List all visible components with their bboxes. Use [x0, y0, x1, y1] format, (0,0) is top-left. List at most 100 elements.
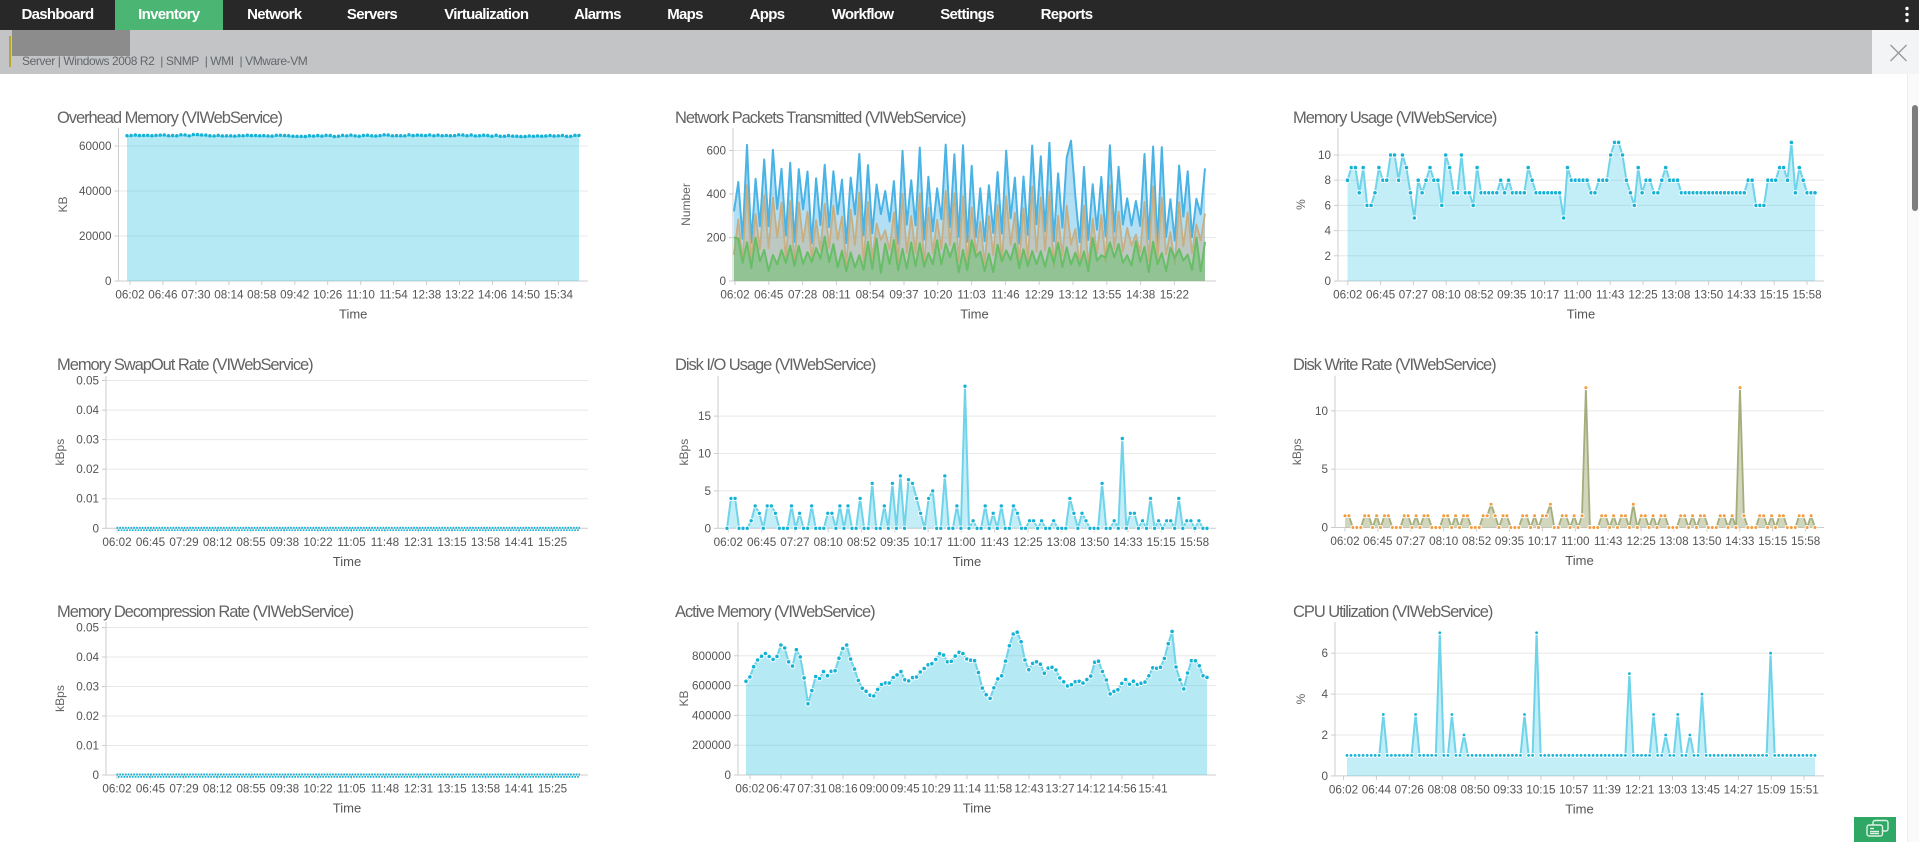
svg-text:%: % [1294, 199, 1308, 210]
svg-text:11:00: 11:00 [947, 536, 976, 549]
svg-text:KB: KB [677, 690, 691, 706]
svg-text:06:44: 06:44 [1362, 783, 1392, 796]
svg-text:06:46: 06:46 [148, 289, 177, 302]
svg-text:14:27: 14:27 [1724, 783, 1753, 796]
svg-text:08:10: 08:10 [1432, 289, 1462, 302]
svg-text:0: 0 [92, 769, 99, 782]
svg-text:11:48: 11:48 [371, 536, 399, 549]
svg-text:15:15: 15:15 [1760, 289, 1790, 302]
svg-text:11:05: 11:05 [337, 536, 366, 549]
svg-text:12:21: 12:21 [1625, 783, 1654, 796]
svg-text:6: 6 [1321, 647, 1328, 660]
svg-text:0: 0 [724, 769, 731, 782]
svg-text:13:55: 13:55 [1092, 289, 1122, 302]
svg-text:15:58: 15:58 [1180, 536, 1209, 549]
svg-text:13:15: 13:15 [437, 536, 467, 549]
svg-text:15: 15 [698, 410, 712, 423]
svg-text:13:45: 13:45 [1691, 783, 1721, 796]
svg-text:400: 400 [706, 188, 726, 201]
svg-text:600: 600 [706, 145, 726, 158]
svg-text:14:12: 14:12 [1076, 783, 1105, 796]
svg-text:11:00: 11:00 [1563, 289, 1592, 302]
svg-text:06:02: 06:02 [714, 536, 743, 549]
svg-text:5: 5 [1321, 463, 1328, 476]
svg-text:07:27: 07:27 [1396, 535, 1425, 548]
svg-text:08:52: 08:52 [1462, 535, 1491, 548]
svg-text:12:25: 12:25 [1013, 536, 1043, 549]
svg-text:09:33: 09:33 [1493, 783, 1522, 796]
svg-text:kBps: kBps [1290, 438, 1304, 465]
svg-text:13:12: 13:12 [1058, 289, 1087, 302]
svg-text:06:02: 06:02 [1329, 783, 1358, 796]
svg-text:06:45: 06:45 [747, 536, 777, 549]
svg-text:%: % [1294, 693, 1308, 704]
svg-text:200000: 200000 [692, 739, 732, 752]
svg-text:13:22: 13:22 [445, 289, 474, 302]
svg-text:10:15: 10:15 [1526, 783, 1556, 796]
svg-text:Memory Usage (VIWebService): Memory Usage (VIWebService) [1293, 109, 1497, 127]
svg-text:14:41: 14:41 [504, 783, 533, 796]
svg-text:06:02: 06:02 [1333, 289, 1362, 302]
svg-text:15:25: 15:25 [538, 783, 568, 796]
svg-text:800000: 800000 [692, 650, 732, 663]
svg-text:07:31: 07:31 [797, 783, 826, 796]
svg-text:11:46: 11:46 [991, 289, 1019, 302]
svg-text:15:58: 15:58 [1791, 535, 1820, 548]
svg-text:12:31: 12:31 [404, 536, 433, 549]
svg-text:07:28: 07:28 [788, 289, 817, 302]
svg-text:07:27: 07:27 [1399, 289, 1428, 302]
svg-text:0.03: 0.03 [76, 434, 99, 447]
svg-text:10:22: 10:22 [303, 536, 332, 549]
svg-text:08:11: 08:11 [822, 289, 850, 302]
svg-text:11:00: 11:00 [1561, 535, 1590, 548]
svg-text:0.01: 0.01 [76, 740, 99, 753]
svg-text:14:06: 14:06 [478, 289, 507, 302]
svg-text:09:00: 09:00 [859, 783, 889, 796]
svg-text:06:02: 06:02 [1330, 535, 1359, 548]
svg-text:0.03: 0.03 [76, 681, 99, 694]
svg-text:06:02: 06:02 [735, 783, 764, 796]
svg-text:kBps: kBps [53, 439, 67, 466]
svg-text:07:27: 07:27 [780, 536, 809, 549]
svg-text:14:56: 14:56 [1107, 783, 1136, 796]
svg-text:06:02: 06:02 [102, 536, 131, 549]
svg-text:2: 2 [1324, 250, 1331, 263]
svg-text:13:27: 13:27 [1045, 783, 1074, 796]
svg-text:10:17: 10:17 [1530, 289, 1559, 302]
svg-text:10:26: 10:26 [313, 289, 342, 302]
svg-text:11:48: 11:48 [371, 783, 399, 796]
svg-text:09:37: 09:37 [889, 289, 918, 302]
svg-text:06:45: 06:45 [136, 783, 166, 796]
svg-text:08:12: 08:12 [203, 536, 232, 549]
svg-text:11:10: 11:10 [347, 289, 376, 302]
svg-text:600000: 600000 [692, 680, 732, 693]
svg-text:0: 0 [1324, 275, 1331, 288]
svg-text:08:52: 08:52 [847, 536, 876, 549]
svg-text:10:17: 10:17 [913, 536, 942, 549]
svg-text:09:42: 09:42 [280, 289, 309, 302]
svg-text:0.04: 0.04 [76, 651, 99, 664]
svg-text:Network Packets Transmitted (V: Network Packets Transmitted (VIWebServic… [675, 109, 966, 127]
svg-text:4: 4 [1321, 688, 1328, 701]
svg-text:09:45: 09:45 [890, 783, 920, 796]
svg-text:06:47: 06:47 [766, 783, 795, 796]
svg-text:13:58: 13:58 [471, 783, 500, 796]
svg-text:06:02: 06:02 [102, 783, 131, 796]
svg-text:4: 4 [1324, 225, 1331, 238]
svg-text:2: 2 [1321, 729, 1328, 742]
svg-text:40000: 40000 [79, 185, 112, 198]
svg-text:Time: Time [333, 554, 361, 569]
svg-text:0.04: 0.04 [76, 404, 99, 417]
svg-text:10: 10 [1318, 149, 1332, 162]
svg-text:0: 0 [719, 275, 726, 288]
svg-text:kBps: kBps [53, 685, 67, 712]
svg-text:Time: Time [960, 307, 988, 322]
svg-text:11:58: 11:58 [984, 783, 1012, 796]
svg-text:15:22: 15:22 [1160, 289, 1189, 302]
svg-text:Overhead Memory (VIWebService): Overhead Memory (VIWebService) [57, 109, 282, 127]
svg-text:11:43: 11:43 [1596, 289, 1624, 302]
svg-text:14:33: 14:33 [1113, 536, 1142, 549]
svg-text:Disk I/O Usage (VIWebService): Disk I/O Usage (VIWebService) [675, 356, 876, 374]
svg-text:06:45: 06:45 [136, 536, 166, 549]
svg-text:13:50: 13:50 [1692, 535, 1722, 548]
